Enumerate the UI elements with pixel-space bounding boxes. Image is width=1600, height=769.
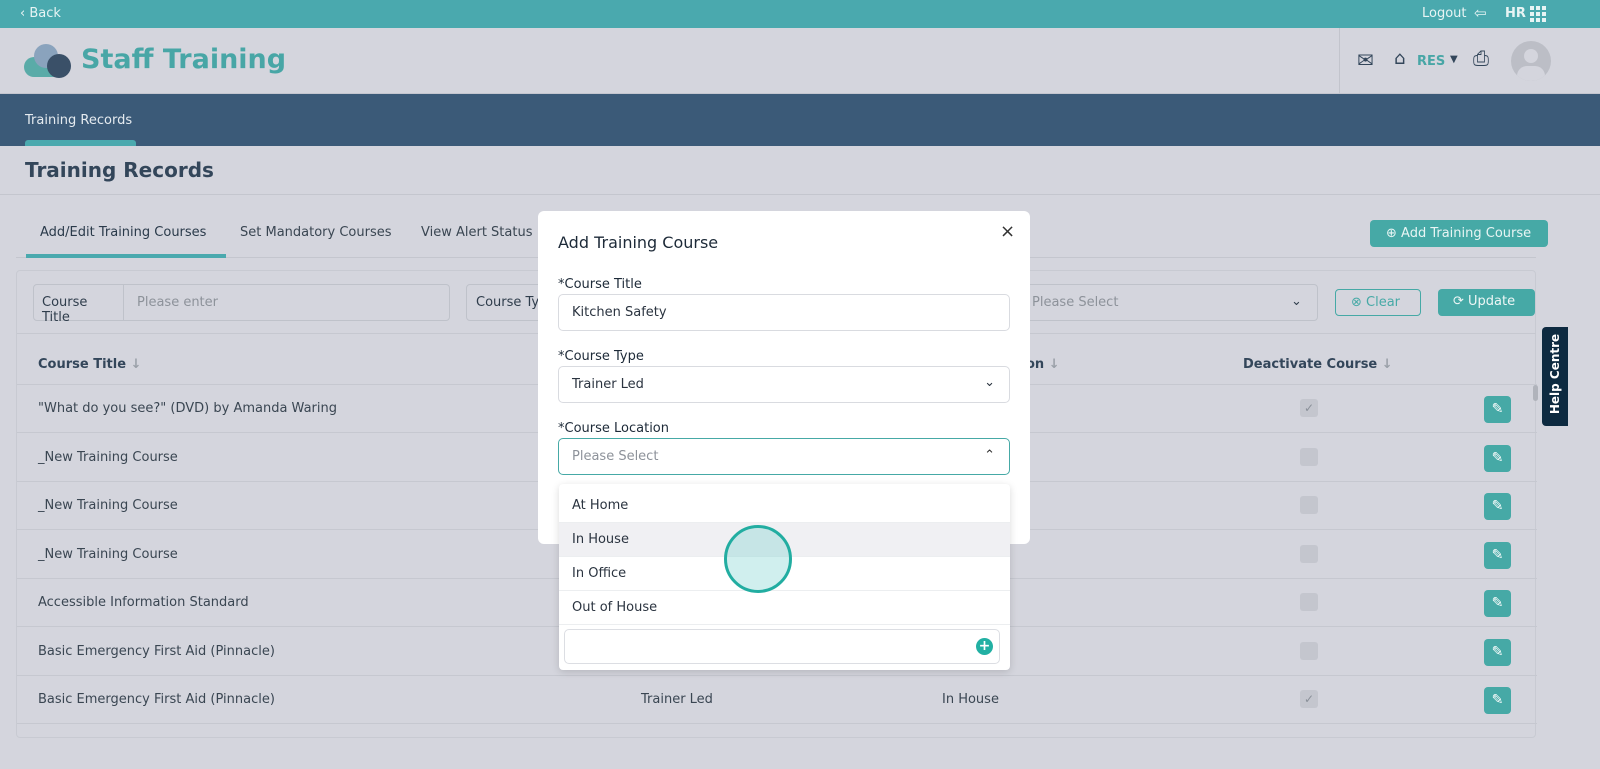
deactivate-checkbox[interactable]: ✓ xyxy=(1300,399,1318,417)
chevron-down-icon: ⌄ xyxy=(984,375,995,390)
clear-button[interactable]: ⊗ Clear xyxy=(1335,289,1421,316)
edit-button[interactable]: ✎ xyxy=(1484,493,1511,520)
pencil-icon: ✎ xyxy=(1491,449,1504,466)
course-title-cell: Basic Emergency First Aid (Pinnacle) xyxy=(38,692,275,707)
edit-button[interactable]: ✎ xyxy=(1484,687,1511,714)
pencil-icon: ✎ xyxy=(1491,498,1504,514)
modal-title: Add Training Course xyxy=(558,233,719,252)
edit-button[interactable]: ✎ xyxy=(1484,444,1511,472)
location-cell: In House xyxy=(942,692,999,707)
course-title-input[interactable]: Kitchen Safety xyxy=(558,294,1010,331)
tab-alert-status[interactable]: View Alert Status xyxy=(421,225,532,240)
add-button-label: Add Training Course xyxy=(1401,226,1532,241)
close-icon[interactable]: × xyxy=(1000,221,1015,242)
tab-set-mandatory[interactable]: Set Mandatory Courses xyxy=(240,225,392,240)
course-title-cell: _New Training Course xyxy=(38,498,178,513)
course-title-cell: "What do you see?" (DVD) by Amanda Warin… xyxy=(38,401,337,416)
mail-icon[interactable]: ✉ xyxy=(1357,48,1374,72)
location-filter-placeholder: Please Select xyxy=(1032,295,1119,310)
edit-button[interactable]: ✎ xyxy=(1484,590,1511,617)
course-location-placeholder: Please Select xyxy=(572,449,659,464)
deactivate-checkbox[interactable]: ✓ xyxy=(1300,690,1318,708)
apps-grid-icon[interactable] xyxy=(1530,6,1546,22)
course-title-filter[interactable]: Course Title Please enter xyxy=(33,284,450,325)
add-training-course-button[interactable]: ⊕ Add Training Course xyxy=(1370,220,1548,247)
cursor-indicator xyxy=(724,525,792,593)
add-option-icon[interactable]: + xyxy=(976,638,993,655)
home-selector[interactable]: RES xyxy=(1417,54,1445,69)
update-label: Update xyxy=(1468,294,1516,309)
nav-item-training-records[interactable]: Training Records xyxy=(25,113,132,128)
scrollbar[interactable] xyxy=(1533,385,1538,401)
chevron-down-icon: ⌄ xyxy=(1291,294,1302,309)
caret-down-icon[interactable]: ▼ xyxy=(1450,54,1458,65)
course-location-select[interactable]: Please Select ⌃ xyxy=(558,438,1010,475)
edit-button[interactable]: ✎ xyxy=(1484,638,1511,666)
course-title-cell: Accessible Information Standard xyxy=(38,595,249,610)
page-title: Training Records xyxy=(25,158,214,182)
course-title-placeholder: Please enter xyxy=(137,295,218,310)
course-title-label: *Course Title xyxy=(558,277,642,292)
option-out-of-house[interactable]: Out of House xyxy=(559,591,1010,625)
clear-label: Clear xyxy=(1366,295,1401,310)
logout-icon[interactable]: ⇦ xyxy=(1474,4,1487,22)
main-nav: Training Records xyxy=(0,94,1600,146)
course-type-label: *Course Type xyxy=(558,349,644,364)
pencil-icon: ✎ xyxy=(1491,401,1504,417)
course-type-cell: Trainer Led xyxy=(641,692,713,707)
help-centre-label: Help Centre xyxy=(1548,333,1562,415)
help-centre-tab[interactable]: Help Centre xyxy=(1542,327,1568,426)
top-bar: ‹ Back Logout ⇦ HR xyxy=(0,0,1600,28)
deactivate-checkbox[interactable] xyxy=(1300,447,1318,466)
deactivate-checkbox[interactable] xyxy=(1300,641,1318,660)
pencil-icon: ✎ xyxy=(1491,546,1504,563)
edit-button[interactable]: ✎ xyxy=(1484,396,1511,423)
deactivate-checkbox[interactable] xyxy=(1300,544,1318,563)
pencil-icon: ✎ xyxy=(1491,643,1504,660)
tab-add-edit-courses[interactable]: Add/Edit Training Courses xyxy=(40,225,206,240)
logout-link[interactable]: Logout xyxy=(1422,6,1467,21)
course-location-label: *Course Location xyxy=(558,421,670,436)
app-logo-icon xyxy=(24,44,72,78)
course-title-filter-label: Course Title xyxy=(34,285,124,325)
home-icon[interactable]: ⌂ xyxy=(1394,48,1405,69)
deactivate-checkbox[interactable] xyxy=(1300,593,1318,611)
pencil-icon: ✎ xyxy=(1491,595,1504,611)
print-icon[interactable]: ⎙ xyxy=(1473,46,1489,70)
option-at-home[interactable]: At Home xyxy=(559,489,1010,523)
col-deactivate[interactable]: Deactivate Course ↓ xyxy=(1243,357,1393,372)
pencil-icon: ✎ xyxy=(1491,692,1504,708)
course-type-select[interactable]: Trainer Led ⌄ xyxy=(558,366,1010,403)
edit-button[interactable]: ✎ xyxy=(1484,541,1511,569)
table-row: Basic Emergency First Aid (Pinnacle) Tra… xyxy=(17,676,1537,724)
col-course-title[interactable]: Course Title ↓ xyxy=(38,357,141,372)
location-filter[interactable]: Please Select ⌄ xyxy=(1000,284,1318,321)
deactivate-checkbox[interactable] xyxy=(1300,496,1318,514)
app-header: Staff Training ✉ ⌂ RES ▼ ⎙ xyxy=(0,28,1600,94)
col-location[interactable]: on ↓ xyxy=(1026,357,1060,372)
course-title-cell: Basic Emergency First Aid (Pinnacle) xyxy=(38,643,275,659)
app-title: Staff Training xyxy=(81,44,287,75)
course-title-cell: _New Training Course xyxy=(38,449,178,465)
avatar[interactable] xyxy=(1511,41,1551,81)
course-title-cell: _New Training Course xyxy=(38,546,178,562)
update-button[interactable]: ⟳ Update xyxy=(1438,289,1535,316)
new-location-input[interactable]: + xyxy=(564,629,1000,664)
course-type-value: Trainer Led xyxy=(572,377,644,392)
chevron-up-icon: ⌃ xyxy=(984,448,995,463)
back-link[interactable]: ‹ Back xyxy=(20,6,61,21)
hr-label[interactable]: HR xyxy=(1505,6,1526,21)
